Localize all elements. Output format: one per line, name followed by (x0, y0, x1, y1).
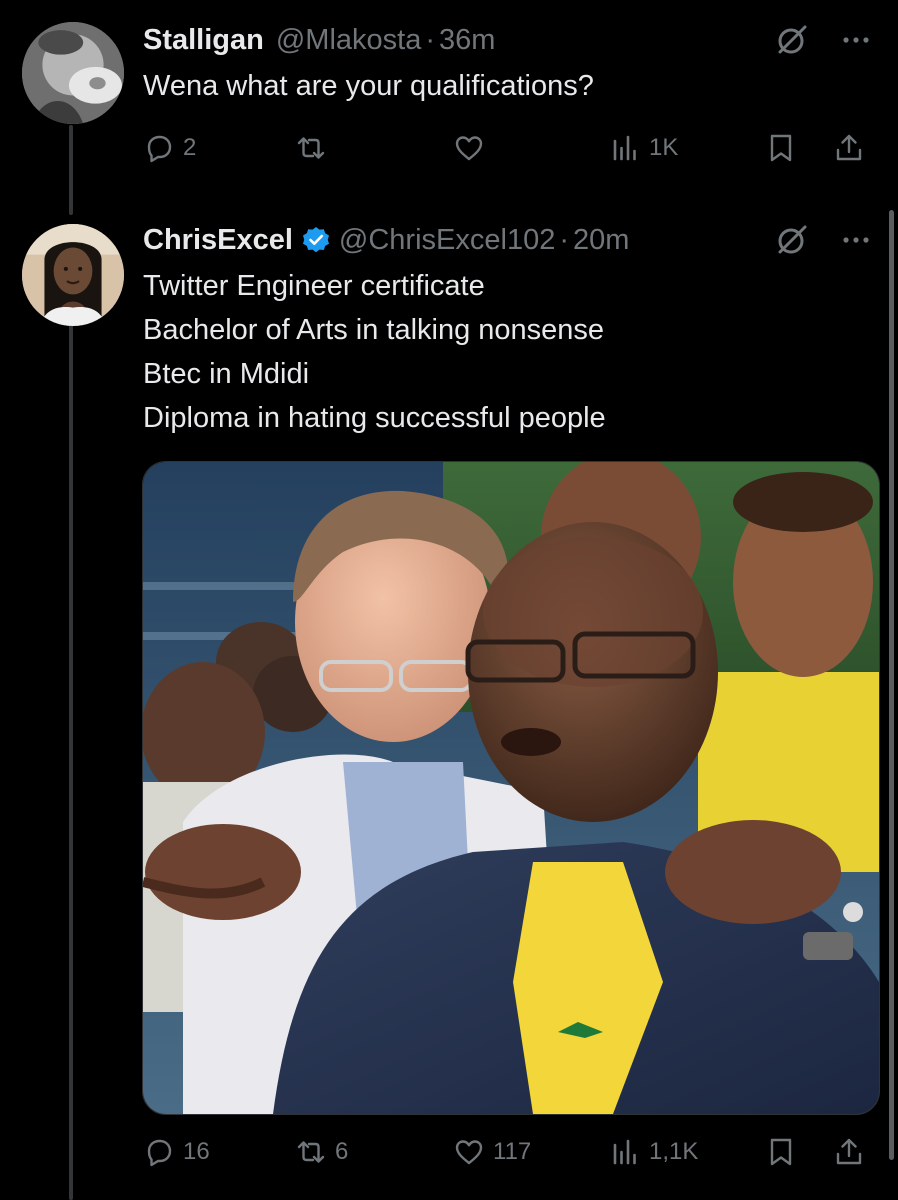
view-count: 1,1K (649, 1138, 699, 1165)
heart-icon (455, 136, 483, 161)
views-button[interactable]: 1,1K (609, 1130, 698, 1174)
reply-count: 16 (183, 1138, 210, 1165)
more-icon[interactable] (838, 222, 874, 258)
tweet-text-line: Wena what are your qualifications? (143, 70, 594, 102)
author-handle[interactable]: @Mlakosta (276, 24, 421, 57)
bookmark-button[interactable] (765, 1130, 797, 1174)
bookmark-button[interactable] (765, 126, 797, 170)
like-count: 117 (493, 1138, 532, 1165)
tweet-top-actions (774, 22, 874, 58)
share-button[interactable] (833, 1130, 865, 1174)
repost-icon (297, 1141, 325, 1163)
view-count: 1K (649, 134, 679, 161)
grok-icon[interactable] (774, 22, 810, 58)
bookmark-icon (770, 134, 792, 162)
tweet-text: Twitter Engineer certificate Bachelor of… (143, 264, 606, 440)
author-handle[interactable]: @ChrisExcel102 (339, 224, 555, 257)
verified-badge-icon (302, 227, 329, 253)
tweet-text-line: Btec in Mdidi (143, 358, 310, 390)
avatar[interactable] (22, 224, 124, 326)
author-name[interactable]: ChrisExcel (143, 224, 293, 257)
tweet-photo[interactable] (142, 461, 880, 1115)
separator-dot: · (425, 23, 436, 56)
avatar[interactable] (22, 22, 124, 124)
share-icon (836, 1138, 862, 1165)
tweet-text-line: Twitter Engineer certificate (143, 270, 485, 302)
like-button[interactable] (453, 126, 493, 170)
separator-dot: · (559, 223, 570, 256)
tweet-header: ChrisExcel @ChrisExcel102 · 20m (143, 220, 629, 260)
repost-button[interactable]: 6 (295, 1130, 348, 1174)
tweet-header: Stalligan @Mlakosta · 36m (143, 20, 495, 60)
thread-connector-line (69, 125, 73, 215)
share-icon (836, 134, 862, 161)
tweet-text-line: Bachelor of Arts in talking nonsense (143, 314, 605, 346)
repost-count: 6 (335, 1138, 349, 1165)
reply-icon (147, 135, 172, 163)
repost-button[interactable] (295, 126, 335, 170)
tweet-top-actions (774, 222, 874, 258)
tweet-action-bar: 16 6 117 1,1K (143, 1130, 878, 1174)
tweet-text-line: Diploma in hating successful people (143, 402, 606, 434)
like-button[interactable]: 117 (453, 1130, 531, 1174)
tweet-timestamp[interactable]: 36m (439, 24, 495, 57)
reply-count: 2 (183, 134, 197, 161)
views-button[interactable]: 1K (609, 126, 678, 170)
views-icon (613, 135, 636, 161)
tweet-action-bar: 2 1K (143, 126, 878, 170)
bookmark-icon (770, 1138, 792, 1166)
reply-icon (147, 1139, 172, 1167)
tweet-text: Wena what are your qualifications? (143, 64, 594, 108)
scrollbar[interactable] (889, 210, 894, 1160)
grok-icon[interactable] (774, 222, 810, 258)
reply-button[interactable]: 16 (143, 1130, 210, 1174)
more-icon[interactable] (838, 22, 874, 58)
repost-icon (297, 137, 325, 159)
thread-connector-line (69, 320, 73, 1200)
views-icon (613, 1139, 636, 1165)
heart-icon (455, 1140, 483, 1165)
author-name[interactable]: Stalligan (143, 24, 264, 57)
reply-button[interactable]: 2 (143, 126, 196, 170)
share-button[interactable] (833, 126, 865, 170)
tweet-timestamp[interactable]: 20m (573, 224, 629, 257)
